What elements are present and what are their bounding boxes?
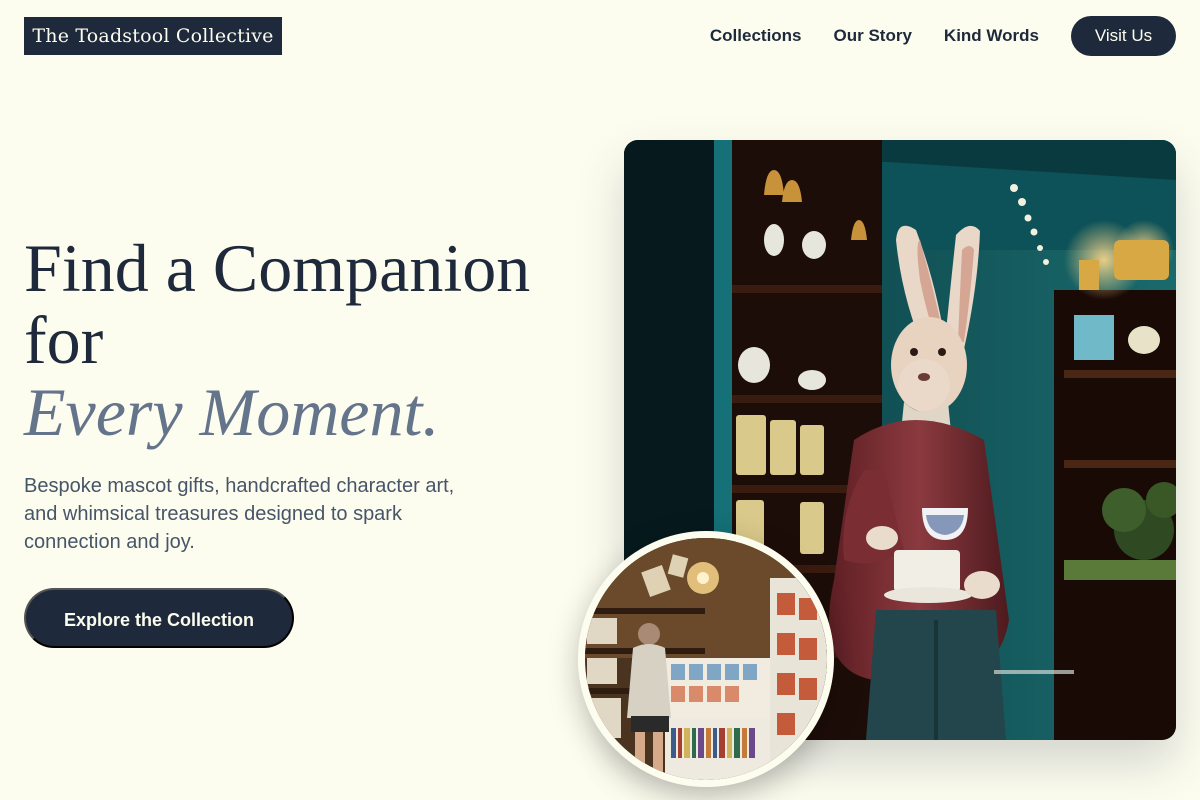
hero-headline: Find a Companion for Every Moment. <box>24 232 530 448</box>
main-nav: Collections Our Story Kind Words Visit U… <box>710 16 1176 56</box>
site-logo[interactable]: The Toadstool Collective <box>24 17 282 55</box>
nav-link-collections[interactable]: Collections <box>710 26 802 46</box>
explore-collection-button[interactable]: Explore the Collection <box>24 588 294 648</box>
nav-link-our-story[interactable]: Our Story <box>834 26 912 46</box>
inset-photo-bookshop <box>578 531 834 787</box>
headline-accent: Every Moment. <box>24 374 440 450</box>
hero-subtitle: Bespoke mascot gifts, handcrafted charac… <box>24 475 455 553</box>
headline-line-1: Find a Companion <box>24 230 531 306</box>
visit-us-button[interactable]: Visit Us <box>1071 16 1176 56</box>
nav-link-kind-words[interactable]: Kind Words <box>944 26 1039 46</box>
headline-line-2: for <box>24 302 104 378</box>
